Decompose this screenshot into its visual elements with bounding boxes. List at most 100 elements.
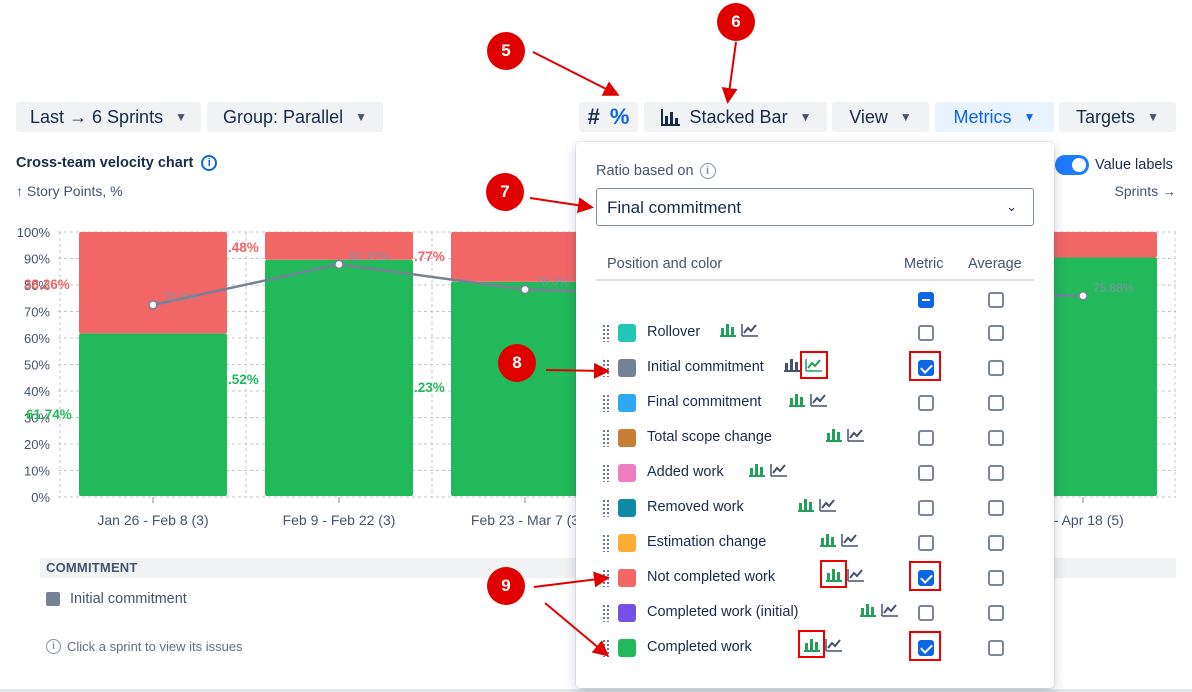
line-display-icon[interactable] — [741, 322, 759, 338]
bar-display-icon[interactable] — [788, 392, 806, 408]
drag-handle-icon[interactable] — [602, 569, 610, 587]
average-checkbox[interactable] — [988, 535, 1004, 551]
average-checkbox[interactable] — [988, 360, 1004, 376]
metric-checkbox[interactable] — [918, 430, 934, 446]
drag-handle-icon[interactable] — [602, 464, 610, 482]
view-dropdown[interactable]: View ▼ — [832, 102, 929, 132]
metric-checkbox[interactable] — [918, 465, 934, 481]
initial-commitment-point — [520, 284, 530, 295]
average-checkbox[interactable] — [988, 605, 1004, 621]
line-display-icon[interactable] — [841, 532, 859, 548]
bar-display-icon[interactable] — [719, 322, 737, 338]
info-icon[interactable]: i — [699, 163, 716, 179]
metric-checkbox[interactable] — [918, 535, 934, 551]
color-swatch[interactable] — [618, 394, 636, 412]
targets-dropdown[interactable]: Targets ▼ — [1059, 102, 1176, 132]
average-checkbox[interactable] — [988, 640, 1004, 656]
bar-not-completed-work[interactable] — [265, 232, 413, 260]
bar-display-icon[interactable] — [797, 497, 815, 513]
x-tick-label: Feb 9 - Feb 22 (3) — [283, 512, 396, 528]
bar-display-icon[interactable] — [783, 357, 801, 373]
ratio-select[interactable]: Final commitment ⌄ — [596, 188, 1034, 226]
chart-title: Cross-team velocity chart i — [16, 155, 218, 171]
toggle-switch[interactable] — [1055, 155, 1089, 175]
average-checkbox[interactable] — [988, 395, 1004, 411]
bar-completed-work[interactable] — [79, 333, 227, 496]
bar-display-icon[interactable] — [748, 462, 766, 478]
line-display-icon[interactable] — [847, 567, 865, 583]
y-tick-label: 70% — [24, 305, 50, 320]
metric-row[interactable]: Completed work — [596, 630, 1036, 662]
count-mode-button[interactable]: # — [588, 104, 600, 130]
x-tick-label: 5 - Apr 18 (5) — [1042, 512, 1124, 528]
group-dropdown-label: Group: Parallel — [223, 106, 344, 127]
line-display-icon[interactable] — [825, 637, 843, 653]
chart-type-dropdown[interactable]: Stacked Bar ▼ — [644, 102, 827, 132]
legend-initial-commitment[interactable]: Initial commitment — [46, 591, 187, 607]
average-checkbox[interactable] — [988, 570, 1004, 586]
color-swatch[interactable] — [618, 359, 636, 377]
drag-handle-icon[interactable] — [602, 534, 610, 552]
color-swatch[interactable] — [618, 604, 636, 622]
metric-checkbox[interactable] — [918, 395, 934, 411]
metric-row[interactable]: Estimation change — [596, 529, 1036, 557]
drag-handle-icon[interactable] — [602, 639, 610, 657]
line-display-icon[interactable] — [810, 392, 828, 408]
targets-dropdown-label: Targets — [1076, 106, 1136, 127]
drag-handle-icon[interactable] — [602, 394, 610, 412]
metric-row[interactable]: Rollover — [596, 319, 1036, 347]
color-swatch[interactable] — [618, 464, 636, 482]
sprints-dropdown[interactable]: Last → 6 Sprints ▼ — [16, 102, 201, 132]
select-all-average-checkbox[interactable] — [988, 292, 1004, 308]
metric-checkbox[interactable] — [918, 605, 934, 621]
bar-display-icon[interactable] — [825, 427, 843, 443]
color-swatch[interactable] — [618, 569, 636, 587]
metric-row[interactable]: Added work — [596, 459, 1036, 487]
average-checkbox[interactable] — [988, 465, 1004, 481]
metric-row[interactable]: Removed work — [596, 494, 1036, 522]
chevron-down-icon: ▼ — [899, 110, 912, 124]
color-swatch[interactable] — [618, 499, 636, 517]
metric-row[interactable]: Completed work (initial) — [596, 599, 1036, 627]
average-checkbox[interactable] — [988, 430, 1004, 446]
average-checkbox[interactable] — [988, 500, 1004, 516]
annotation-highlight — [798, 630, 825, 658]
bar-not-completed-work[interactable] — [79, 232, 227, 334]
metric-row[interactable]: Initial commitment — [596, 351, 1036, 382]
drag-handle-icon[interactable] — [602, 429, 610, 447]
annotation-badge-9: 9 — [487, 567, 525, 605]
ratio-select-value: Final commitment — [607, 198, 742, 217]
average-checkbox[interactable] — [988, 325, 1004, 341]
metric-row[interactable]: Not completed work — [596, 560, 1036, 592]
value-labels-toggle[interactable]: Value labels — [1055, 155, 1173, 175]
select-all-metric-checkbox[interactable] — [918, 292, 934, 308]
color-swatch[interactable] — [618, 324, 636, 342]
line-display-icon[interactable] — [819, 497, 837, 513]
color-swatch[interactable] — [618, 534, 636, 552]
line-display-icon[interactable] — [770, 462, 788, 478]
metric-checkbox[interactable] — [918, 325, 934, 341]
metrics-dropdown[interactable]: Metrics ▼ — [935, 102, 1054, 132]
drag-handle-icon[interactable] — [602, 359, 610, 377]
percent-mode-button[interactable]: % — [610, 104, 630, 130]
bar-display-icon[interactable] — [819, 532, 837, 548]
metrics-panel: Ratio based on i Final commitment ⌄ Posi… — [576, 142, 1054, 688]
annotation-highlight — [909, 351, 941, 381]
group-dropdown[interactable]: Group: Parallel ▼ — [207, 102, 383, 132]
info-icon[interactable]: i — [201, 155, 218, 171]
drag-handle-icon[interactable] — [602, 324, 610, 342]
color-swatch[interactable] — [618, 639, 636, 657]
drag-handle-icon[interactable] — [602, 499, 610, 517]
bar-display-icon[interactable] — [859, 602, 877, 618]
drag-handle-icon[interactable] — [602, 604, 610, 622]
display-type-icons — [825, 427, 865, 443]
metric-row[interactable]: Final commitment — [596, 389, 1036, 417]
metric-row[interactable]: Total scope change — [596, 424, 1036, 452]
line-display-icon[interactable] — [847, 427, 865, 443]
value-mode-toggle[interactable]: # % — [579, 102, 638, 132]
line-display-icon[interactable] — [881, 602, 899, 618]
annotation-badge-6: 6 — [717, 3, 755, 41]
color-swatch[interactable] — [618, 429, 636, 447]
metric-checkbox[interactable] — [918, 500, 934, 516]
bar-completed-work[interactable] — [265, 259, 413, 496]
